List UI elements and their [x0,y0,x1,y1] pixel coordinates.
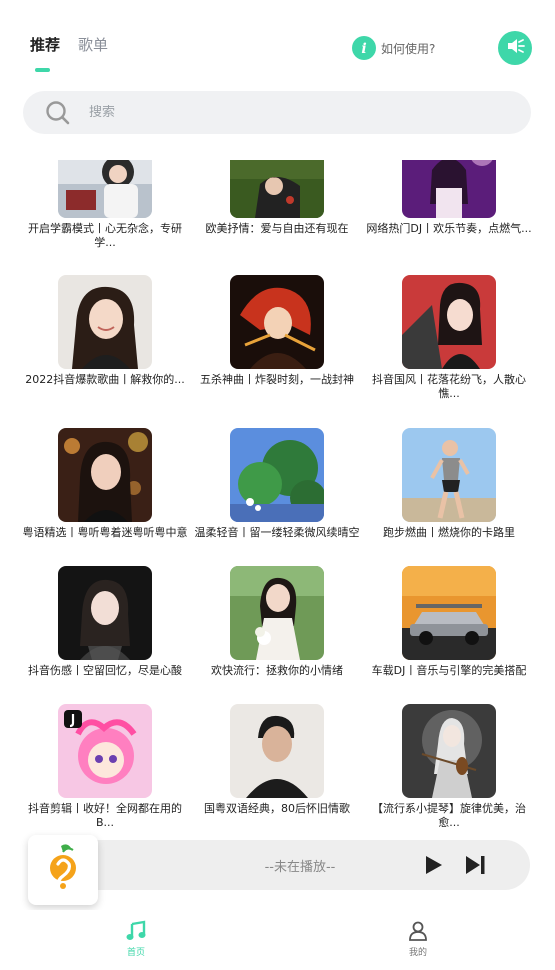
cover-bride-flowers [230,566,324,660]
top-tabs: 推荐 歌单 [30,34,108,55]
playlist-title: 抖音剪辑丨收好！全网都在用的B... [28,802,182,829]
play-icon[interactable] [421,853,445,877]
playlist-card[interactable]: 2022抖音爆款歌曲丨解救你的... [19,275,191,387]
playlist-card[interactable]: 车载DJ丨音乐与引擎的完美搭配 [363,566,535,678]
playlist-title: 欧美抒情：爱与自由还有现在 [205,222,349,235]
cover-tiktok-anime [58,704,152,798]
playlist-title: 开启学霸模式丨心无杂念，专研学... [28,222,182,249]
player-cover-art[interactable] [28,835,98,905]
search-bar[interactable] [23,91,531,134]
how-to-use-label: 如何使用? [381,41,436,56]
bottom-nav: 首页 我的 [0,910,555,970]
next-track-icon[interactable] [463,853,487,877]
user-icon [409,921,427,941]
playlist-card[interactable]: 网络热门DJ丨欢乐节奏，点燃气... [363,160,535,236]
playlist-title: 【流行系小提琴】旋律优美，治愈... [372,802,526,829]
tab-indicator [35,68,50,72]
cover-anime-garden [230,428,324,522]
speaker-icon [504,35,526,61]
playlist-card[interactable]: 欢快流行：拯救你的小情绪 [191,566,363,678]
playlist-card[interactable]: 欧美抒情：爱与自由还有现在 [191,160,363,236]
playlist-title: 抖音国风丨花落花纷飞，人散心憔... [372,373,526,400]
svg-text:i: i [361,41,366,57]
cover-smiling-girl [58,275,152,369]
cover-man-portrait [230,704,324,798]
playlist-title: 五杀神曲丨炸裂时刻，一战封神 [200,373,354,386]
music-note-icon [126,920,146,940]
playlist-card[interactable]: 抖音国风丨花落花纷飞，人散心憔... [363,275,535,401]
cover-dark-girl [58,566,152,660]
playlist-card[interactable]: 抖音伤感丨空留回忆，尽是心酸 [19,566,191,678]
playlist-grid: 开启学霸模式丨心无杂念，专研学... 欧美抒情：爱与自由还有现在 网络热门DJ丨… [0,160,555,835]
nav-home[interactable]: 首页 [106,920,166,958]
cover-study-girl [58,160,152,218]
playlist-card[interactable]: 【流行系小提琴】旋律优美，治愈... [363,704,535,830]
playlist-card[interactable]: 粤语精选丨粤听粤着迷粤听粤中意 [19,428,191,540]
tab-playlists[interactable]: 歌单 [78,34,108,55]
playlist-card[interactable]: 温柔轻音丨留一缕轻柔微风续晴空 [191,428,363,540]
cover-violinist [402,704,496,798]
playlist-card[interactable]: 抖音剪辑丨收好！全网都在用的B... [19,704,191,830]
playlist-card[interactable]: 五杀神曲丨炸裂时刻，一战封神 [191,275,363,387]
mini-player[interactable]: --未在播放-- [30,840,530,890]
speaker-button[interactable] [498,31,532,65]
playlist-title: 欢快流行：拯救你的小情绪 [211,664,343,677]
cover-woman-bokeh [58,428,152,522]
playlist-title: 粤语精选丨粤听粤着迷粤听粤中意 [22,526,188,539]
playlist-card[interactable]: 国粤双语经典，80后怀旧情歌 [191,704,363,816]
how-to-use-link[interactable]: i 如何使用? [352,36,435,60]
playlist-title: 跑步燃曲丨燃烧你的卡路里 [383,526,515,539]
player-status: --未在播放-- [264,860,336,875]
tab-recommend[interactable]: 推荐 [30,34,60,55]
info-icon: i [352,36,376,60]
orange-music-logo-icon [43,842,83,898]
playlist-title: 温柔轻音丨留一缕轻柔微风续晴空 [194,526,360,539]
nav-home-label: 首页 [126,948,145,958]
cover-fan-girl [402,275,496,369]
playlist-card[interactable]: 跑步燃曲丨燃烧你的卡路里 [363,428,535,540]
cover-woman-grass [230,160,324,218]
playlist-title: 抖音伤感丨空留回忆，尽是心酸 [28,664,182,677]
cover-pink-lights [402,160,496,218]
playlist-card[interactable]: 开启学霸模式丨心无杂念，专研学... [19,160,191,250]
nav-mine-label: 我的 [408,948,427,958]
playlist-title: 国粤双语经典，80后怀旧情歌 [204,802,350,815]
cover-sports-car [402,566,496,660]
nav-mine[interactable]: 我的 [388,920,448,958]
playlist-title: 2022抖音爆款歌曲丨解救你的... [25,373,185,386]
search-input[interactable] [89,105,469,120]
playlist-title: 车载DJ丨音乐与引擎的完美搭配 [371,664,527,677]
search-icon [46,100,70,124]
playlist-title: 网络热门DJ丨欢乐节奏，点燃气... [366,222,532,235]
cover-runner [402,428,496,522]
cover-anime-warrior [230,275,324,369]
